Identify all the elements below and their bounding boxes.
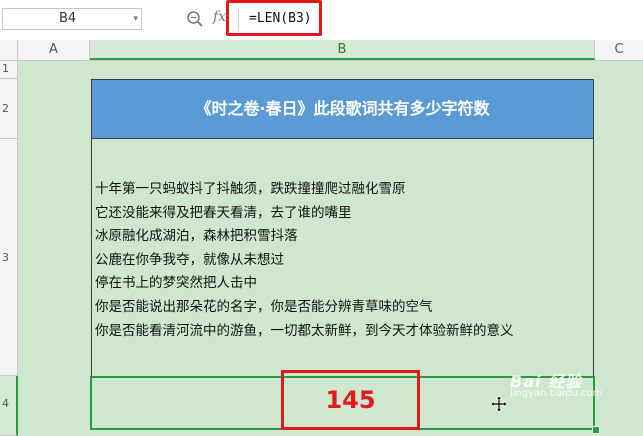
row-header-4[interactable]: 4 [0,376,18,436]
lyrics-list: 十年第一只蚂蚁抖了抖触须，跌跌撞撞爬过融化雪原 它还没能来得及把春天看清，去了谁… [95,178,514,343]
lyric-line: 停在书上的梦突然把人击中 [95,275,257,292]
cell-reference: B4 [59,11,77,26]
lyric-line: 你是否能看清河流中的游鱼，一切都太新鲜，到今天才体验新鲜的意义 [95,322,514,339]
formula-highlight-box [226,0,322,36]
column-header-bar: A B C [0,40,643,61]
select-all-corner[interactable] [0,40,18,60]
lyric-line: 十年第一只蚂蚁抖了抖触须，跌跌撞撞爬过融化雪原 [95,181,406,197]
watermark-logo: Bai 经验 jingyan.baidu.com [510,368,602,399]
lyric-line: 你是否能说出那朵花的名字，你是否能分辨青草味的空气 [95,298,433,315]
row-header-1[interactable]: 1 [0,61,18,79]
fx-icon[interactable]: fx [213,9,226,25]
chevron-down-icon[interactable]: ▾ [133,9,138,29]
row-header-3[interactable]: 3 [0,139,18,376]
fill-handle[interactable] [592,426,600,434]
watermark-subtext: jingyan.baidu.com [510,388,603,399]
lyric-line: 公鹿在你争我夺，就像从未想过 [95,251,284,268]
column-header-a[interactable]: A [18,40,90,60]
lyrics-cell[interactable]: 十年第一只蚂蚁抖了抖触须，跌跌撞撞爬过融化雪原 它还没能来得及把春天看清，去了谁… [91,139,594,376]
lyric-line: 冰原融化成湖泊，森林把积雪抖落 [95,228,298,245]
result-value: 145 [325,386,376,414]
result-highlight-box: 145 [281,370,420,430]
formula-bar: B4 ▾ fx =LEN(B3) [0,0,643,41]
title-cell[interactable]: 《时之卷·春日》此段歌词共有多少字符数 [91,79,594,139]
cursor-move-icon [490,395,508,413]
zoom-icon[interactable] [186,10,204,28]
row-header-2[interactable]: 2 [0,79,18,139]
name-box[interactable]: B4 ▾ [2,8,142,30]
column-header-b[interactable]: B [90,40,595,60]
column-header-c[interactable]: C [595,40,643,60]
lyric-line: 它还没能来得及把春天看清，去了谁的嘴里 [95,204,352,221]
